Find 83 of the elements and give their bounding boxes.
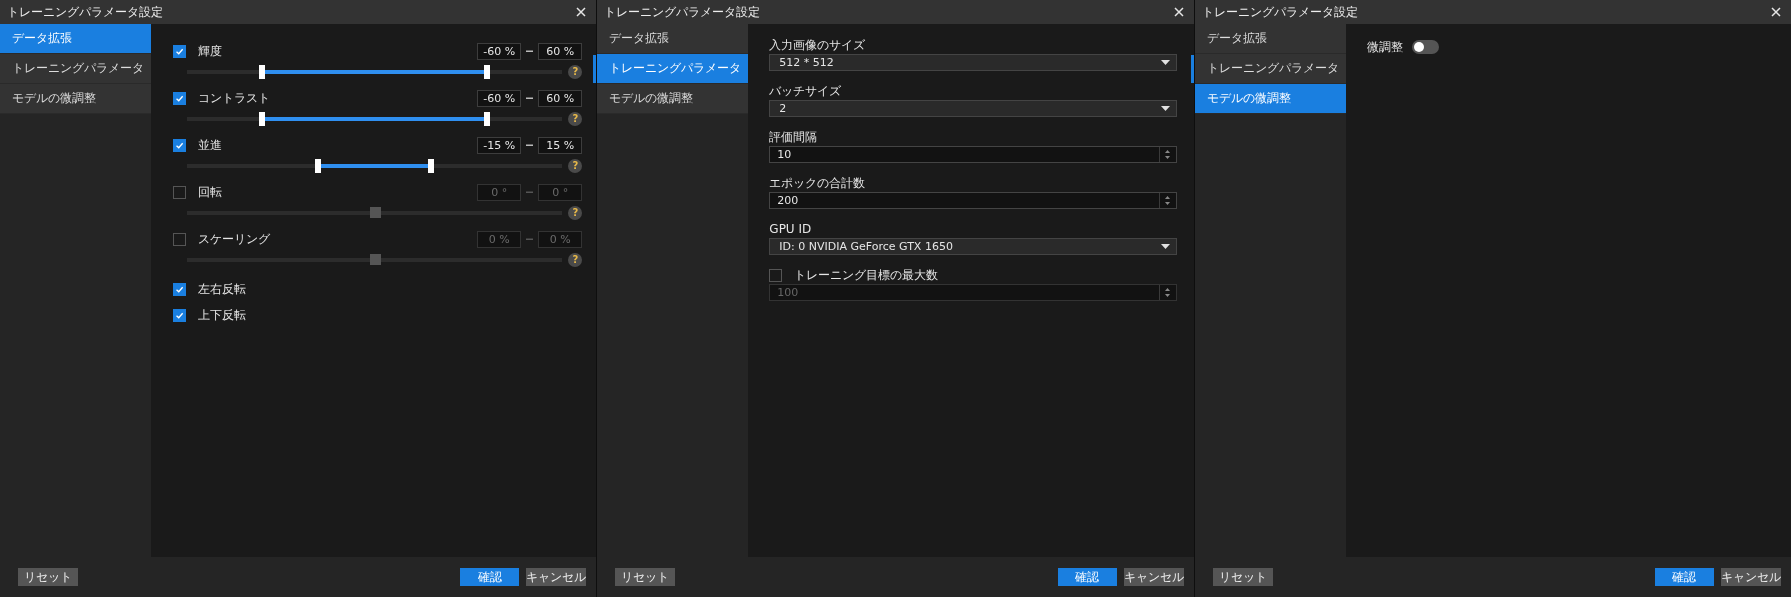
sidebar-item[interactable]: トレーニングパラメータ	[0, 54, 151, 84]
option-label: 左右反転	[198, 280, 246, 298]
dropdown[interactable]: 512 * 512	[769, 54, 1177, 71]
slider-thumb[interactable]	[259, 64, 266, 79]
dropdown-arrow-icon	[1160, 106, 1170, 111]
toggle-label: 微調整	[1366, 39, 1403, 56]
slider-thumb[interactable]	[259, 111, 266, 126]
cancel-button[interactable]: キャンセル	[526, 568, 587, 586]
help-button[interactable]: ?	[568, 252, 583, 267]
checkbox[interactable]	[173, 232, 186, 246]
checkbox[interactable]	[173, 282, 186, 296]
reset-button[interactable]: リセット	[1212, 568, 1273, 586]
cancel-button[interactable]: キャンセル	[1721, 568, 1781, 586]
help-button[interactable]: ?	[568, 205, 583, 220]
checkbox[interactable]	[173, 91, 186, 105]
slider-thumb[interactable]	[315, 158, 322, 173]
dropdown[interactable]: 2	[769, 100, 1177, 117]
sidebar-item[interactable]: データ拡張	[0, 24, 151, 54]
confirm-button[interactable]: 確認	[1057, 568, 1117, 586]
sidebar-item[interactable]: トレーニングパラメータ	[597, 54, 749, 84]
field-label: エポックの合計数	[769, 175, 867, 192]
checkbox[interactable]	[173, 308, 186, 322]
window-title: トレーニングパラメータ設定	[604, 3, 762, 21]
cancel-button[interactable]: キャンセル	[1123, 568, 1184, 586]
window-title: トレーニングパラメータ設定	[1201, 3, 1359, 21]
min-value-field[interactable]: 0 %	[477, 230, 522, 248]
max-value-field[interactable]: 60 %	[538, 42, 583, 60]
close-icon[interactable]	[576, 7, 587, 17]
confirm-button[interactable]: 確認	[460, 568, 520, 586]
dash-icon	[526, 49, 534, 53]
help-button[interactable]: ?	[568, 64, 583, 79]
sidebar-item[interactable]: データ拡張	[597, 24, 749, 54]
max-value-field[interactable]: 0 °	[538, 183, 583, 201]
field-label: 入力画像のサイズ	[769, 37, 867, 54]
slider-thumb[interactable]	[484, 111, 491, 126]
field-label: トレーニング目標の最大数	[794, 267, 939, 284]
min-value-field[interactable]: -60 %	[477, 89, 522, 107]
dash-icon	[526, 143, 534, 147]
reset-button[interactable]: リセット	[615, 568, 676, 586]
reset-button[interactable]: リセット	[18, 568, 78, 586]
min-value-field[interactable]: 0 °	[477, 183, 522, 201]
dropdown-arrow-icon	[1160, 244, 1170, 249]
option-label: 輝度	[198, 42, 222, 60]
max-value-field[interactable]: 15 %	[538, 136, 583, 154]
scrollbar-thumb[interactable]	[593, 55, 597, 83]
toggle-switch[interactable]	[1411, 40, 1439, 54]
dropdown[interactable]: ID: 0 NVIDIA GeForce GTX 1650	[769, 238, 1177, 255]
field-label: GPU ID	[769, 221, 813, 238]
option-label: 回転	[198, 183, 222, 201]
slider-thumb[interactable]	[427, 158, 434, 173]
sidebar-item[interactable]: トレーニングパラメータ	[1194, 54, 1346, 84]
help-button[interactable]: ?	[568, 158, 583, 173]
slider-thumb[interactable]	[484, 64, 491, 79]
field-label: 評価間隔	[769, 129, 819, 146]
dash-icon	[526, 96, 534, 100]
checkbox[interactable]	[769, 268, 783, 282]
confirm-button[interactable]: 確認	[1655, 568, 1714, 586]
field-label: バッチサイズ	[769, 83, 843, 100]
max-value-field[interactable]: 0 %	[538, 230, 583, 248]
min-value-field[interactable]: -60 %	[477, 42, 522, 60]
close-icon[interactable]	[1771, 7, 1781, 17]
sidebar-item[interactable]: モデルの微調整	[597, 84, 749, 114]
dash-icon	[526, 237, 534, 241]
dash-icon	[526, 190, 534, 194]
sidebar-item[interactable]: モデルの微調整	[0, 84, 151, 114]
slider-thumb[interactable]	[369, 206, 381, 218]
checkbox[interactable]	[173, 185, 186, 199]
min-value-field[interactable]: -15 %	[477, 136, 522, 154]
max-value-field[interactable]: 60 %	[538, 89, 583, 107]
slider-thumb[interactable]	[369, 253, 381, 265]
window-title: トレーニングパラメータ設定	[7, 3, 164, 21]
scrollbar-thumb[interactable]	[1190, 55, 1194, 83]
sidebar-item[interactable]: モデルの微調整	[1194, 84, 1346, 114]
checkbox[interactable]	[173, 44, 186, 58]
close-icon[interactable]	[1173, 7, 1184, 17]
option-label: スケーリング	[198, 230, 270, 248]
checkbox[interactable]	[173, 138, 186, 152]
help-button[interactable]: ?	[568, 111, 583, 126]
option-label: 上下反転	[198, 306, 246, 324]
option-label: 並進	[198, 136, 222, 154]
dropdown-arrow-icon	[1160, 60, 1170, 65]
option-label: コントラスト	[198, 89, 270, 107]
sidebar-item[interactable]: データ拡張	[1194, 24, 1346, 54]
